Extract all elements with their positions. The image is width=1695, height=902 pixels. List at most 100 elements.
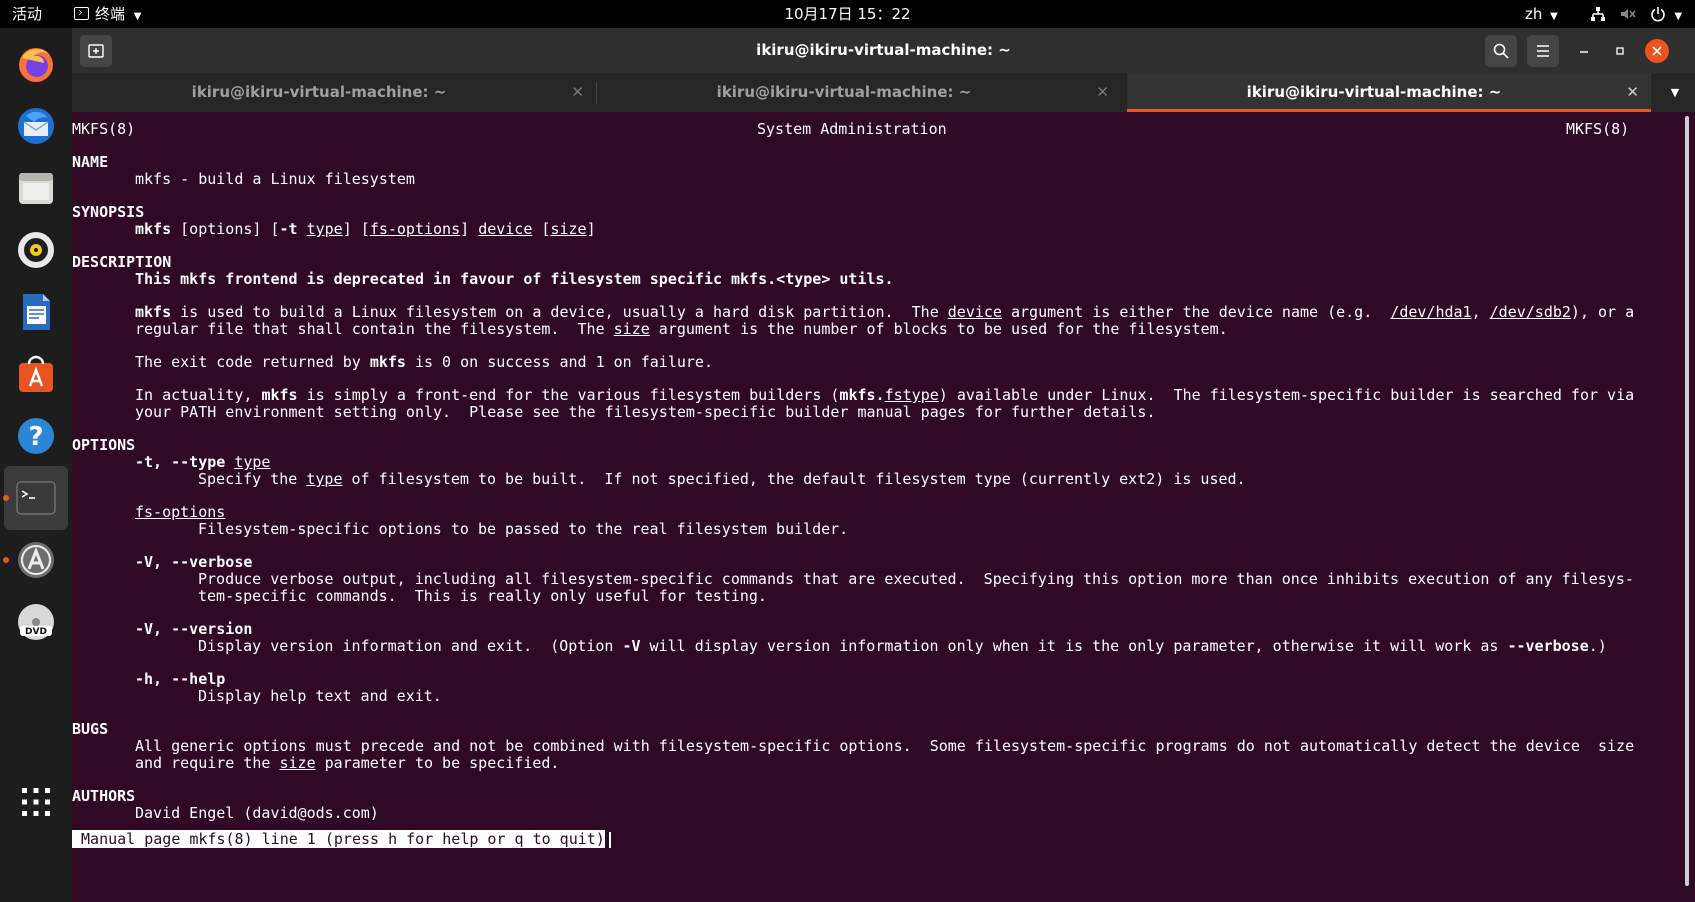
tab-2[interactable]: ikiru@ikiru-virtual-machine: ~ ✕	[597, 73, 1121, 112]
search-icon	[1493, 43, 1509, 59]
dock-firefox[interactable]	[4, 32, 68, 96]
dock-files[interactable]	[4, 156, 68, 220]
name-text: mkfs - build a Linux filesystem	[135, 170, 415, 188]
section-heading: SYNOPSIS	[72, 203, 145, 221]
exit-code-line: The exit code returned by mkfs is 0 on s…	[135, 353, 713, 371]
tabs-dropdown-button[interactable]: ▼	[1660, 73, 1690, 112]
description-line: In actuality, mkfs is simply a front-end…	[135, 386, 1635, 404]
input-method-menu[interactable]: zh ▼	[1525, 0, 1558, 28]
dock-updater[interactable]	[3, 528, 68, 592]
power-icon	[1650, 7, 1665, 22]
chevron-down-icon: ▼	[133, 11, 142, 22]
tab-label: ikiru@ikiru-virtual-machine: ~	[1246, 83, 1502, 101]
tab-3[interactable]: ikiru@ikiru-virtual-machine: ~ ✕	[1127, 73, 1651, 112]
description-line: regular file that shall contain the file…	[135, 320, 1228, 338]
terminal-icon	[16, 481, 56, 515]
top-bar: 活动 终端 ▼ 10月17日 15：22 zh ▼ ▼	[0, 0, 1695, 28]
show-apps-icon	[22, 788, 50, 816]
section-heading: OPTIONS	[72, 436, 136, 454]
option-verbose-desc: Produce verbose output, including all fi…	[198, 570, 1634, 588]
option-version-desc: Display version information and exit. (O…	[198, 637, 1607, 655]
text-cursor	[609, 831, 611, 849]
section-heading: BUGS	[72, 720, 109, 738]
search-button[interactable]	[1485, 35, 1517, 67]
title-bar[interactable]: ikiru@ikiru-virtual-machine: ~	[72, 28, 1695, 73]
language-label: zh	[1525, 5, 1543, 23]
dock-thunderbird[interactable]	[4, 94, 68, 158]
svg-text:?: ?	[28, 422, 43, 452]
activities-button[interactable]: 活动	[12, 0, 42, 28]
tab-close-icon[interactable]: ✕	[1096, 73, 1109, 112]
app-menu-label: 终端	[95, 5, 126, 23]
svg-text:DVD: DVD	[25, 627, 47, 637]
dock-show-apps[interactable]	[4, 770, 68, 834]
dock-dvd[interactable]: DVD	[4, 590, 68, 654]
bugs-line: and require the size parameter to be spe…	[135, 754, 560, 772]
option-type: -t, --type type	[135, 453, 271, 471]
dvd-icon: DVD	[18, 604, 54, 640]
maximize-icon	[1616, 47, 1624, 55]
terminal-view[interactable]: MKFS(8) System Administration MKFS(8) NA…	[72, 112, 1695, 902]
dock-rhythmbox[interactable]	[4, 218, 68, 282]
dock-software[interactable]	[4, 342, 68, 406]
help-icon: ?	[18, 418, 54, 454]
description-line: your PATH environment setting only. Plea…	[135, 403, 1156, 421]
close-icon	[1652, 46, 1662, 56]
window-title: ikiru@ikiru-virtual-machine: ~	[756, 41, 1011, 59]
menu-button[interactable]	[1527, 35, 1559, 67]
minimize-button[interactable]	[1572, 39, 1596, 63]
author: David Engel (david@ods.com)	[135, 804, 379, 822]
section-heading: AUTHORS	[72, 787, 136, 805]
dock-help[interactable]: ?	[4, 404, 68, 468]
new-tab-icon	[88, 44, 104, 58]
description-line: mkfs is used to build a Linux filesystem…	[135, 303, 1635, 321]
option-version: -V, --version	[135, 620, 253, 638]
dock: ? DVD	[0, 28, 72, 902]
option-verbose: -V, --verbose	[135, 553, 253, 571]
maximize-button[interactable]	[1608, 39, 1632, 63]
clock-container: 10月17日 15：22	[0, 0, 1695, 28]
dock-terminal[interactable]	[3, 466, 68, 530]
option-fs-options-desc: Filesystem-specific options to be passed…	[198, 520, 849, 538]
section-heading: NAME	[72, 153, 109, 171]
tab-label: ikiru@ikiru-virtual-machine: ~	[191, 83, 447, 101]
running-indicator	[3, 557, 9, 563]
firefox-icon	[19, 48, 53, 82]
thunderbird-icon	[18, 108, 54, 144]
chevron-down-icon: ▼	[1674, 11, 1683, 22]
terminal-app-icon	[74, 7, 89, 20]
tab-label: ikiru@ikiru-virtual-machine: ~	[716, 83, 972, 101]
deprecation-notice: This mkfs frontend is deprecated in favo…	[135, 270, 894, 288]
volume-muted-icon	[1620, 9, 1636, 19]
close-button[interactable]	[1645, 39, 1669, 63]
scrollbar[interactable]	[1685, 116, 1689, 886]
pager-status-line: Manual page mkfs(8) line 1 (press h for …	[72, 830, 605, 848]
bugs-line: All generic options must precede and not…	[135, 737, 1635, 755]
synopsis-line: mkfs [options] [-t type] [fs-options] de…	[135, 220, 596, 238]
option-help: -h, --help	[135, 670, 226, 688]
running-indicator	[3, 495, 9, 501]
section-heading: DESCRIPTION	[72, 253, 172, 271]
minimize-icon	[1580, 51, 1588, 53]
tab-close-icon[interactable]: ✕	[1626, 73, 1639, 112]
rhythmbox-icon	[18, 232, 54, 268]
chevron-down-icon: ▼	[1550, 11, 1558, 22]
man-header-left: MKFS(8)	[72, 120, 136, 138]
new-tab-button[interactable]	[80, 35, 112, 67]
libreoffice-writer-icon	[23, 294, 50, 330]
files-icon	[19, 173, 53, 204]
system-menu[interactable]: ▼	[1590, 0, 1682, 28]
man-header-center: System Administration	[757, 120, 947, 138]
software-icon	[19, 355, 53, 392]
updater-icon	[18, 542, 54, 578]
clock[interactable]: 10月17日 15：22	[784, 5, 910, 23]
tab-bar: ikiru@ikiru-virtual-machine: ~ ✕ ikiru@i…	[72, 73, 1695, 112]
option-type-desc: Specify the type of filesystem to be bui…	[198, 470, 1246, 488]
app-menu[interactable]: 终端 ▼	[74, 0, 142, 28]
dock-libreoffice-writer[interactable]	[4, 280, 68, 344]
man-header-right: MKFS(8)	[1566, 120, 1630, 138]
tab-1[interactable]: ikiru@ikiru-virtual-machine: ~ ✕	[72, 73, 596, 112]
option-help-desc: Display help text and exit.	[198, 687, 442, 705]
tab-close-icon[interactable]: ✕	[571, 73, 584, 112]
hamburger-icon	[1537, 45, 1549, 57]
